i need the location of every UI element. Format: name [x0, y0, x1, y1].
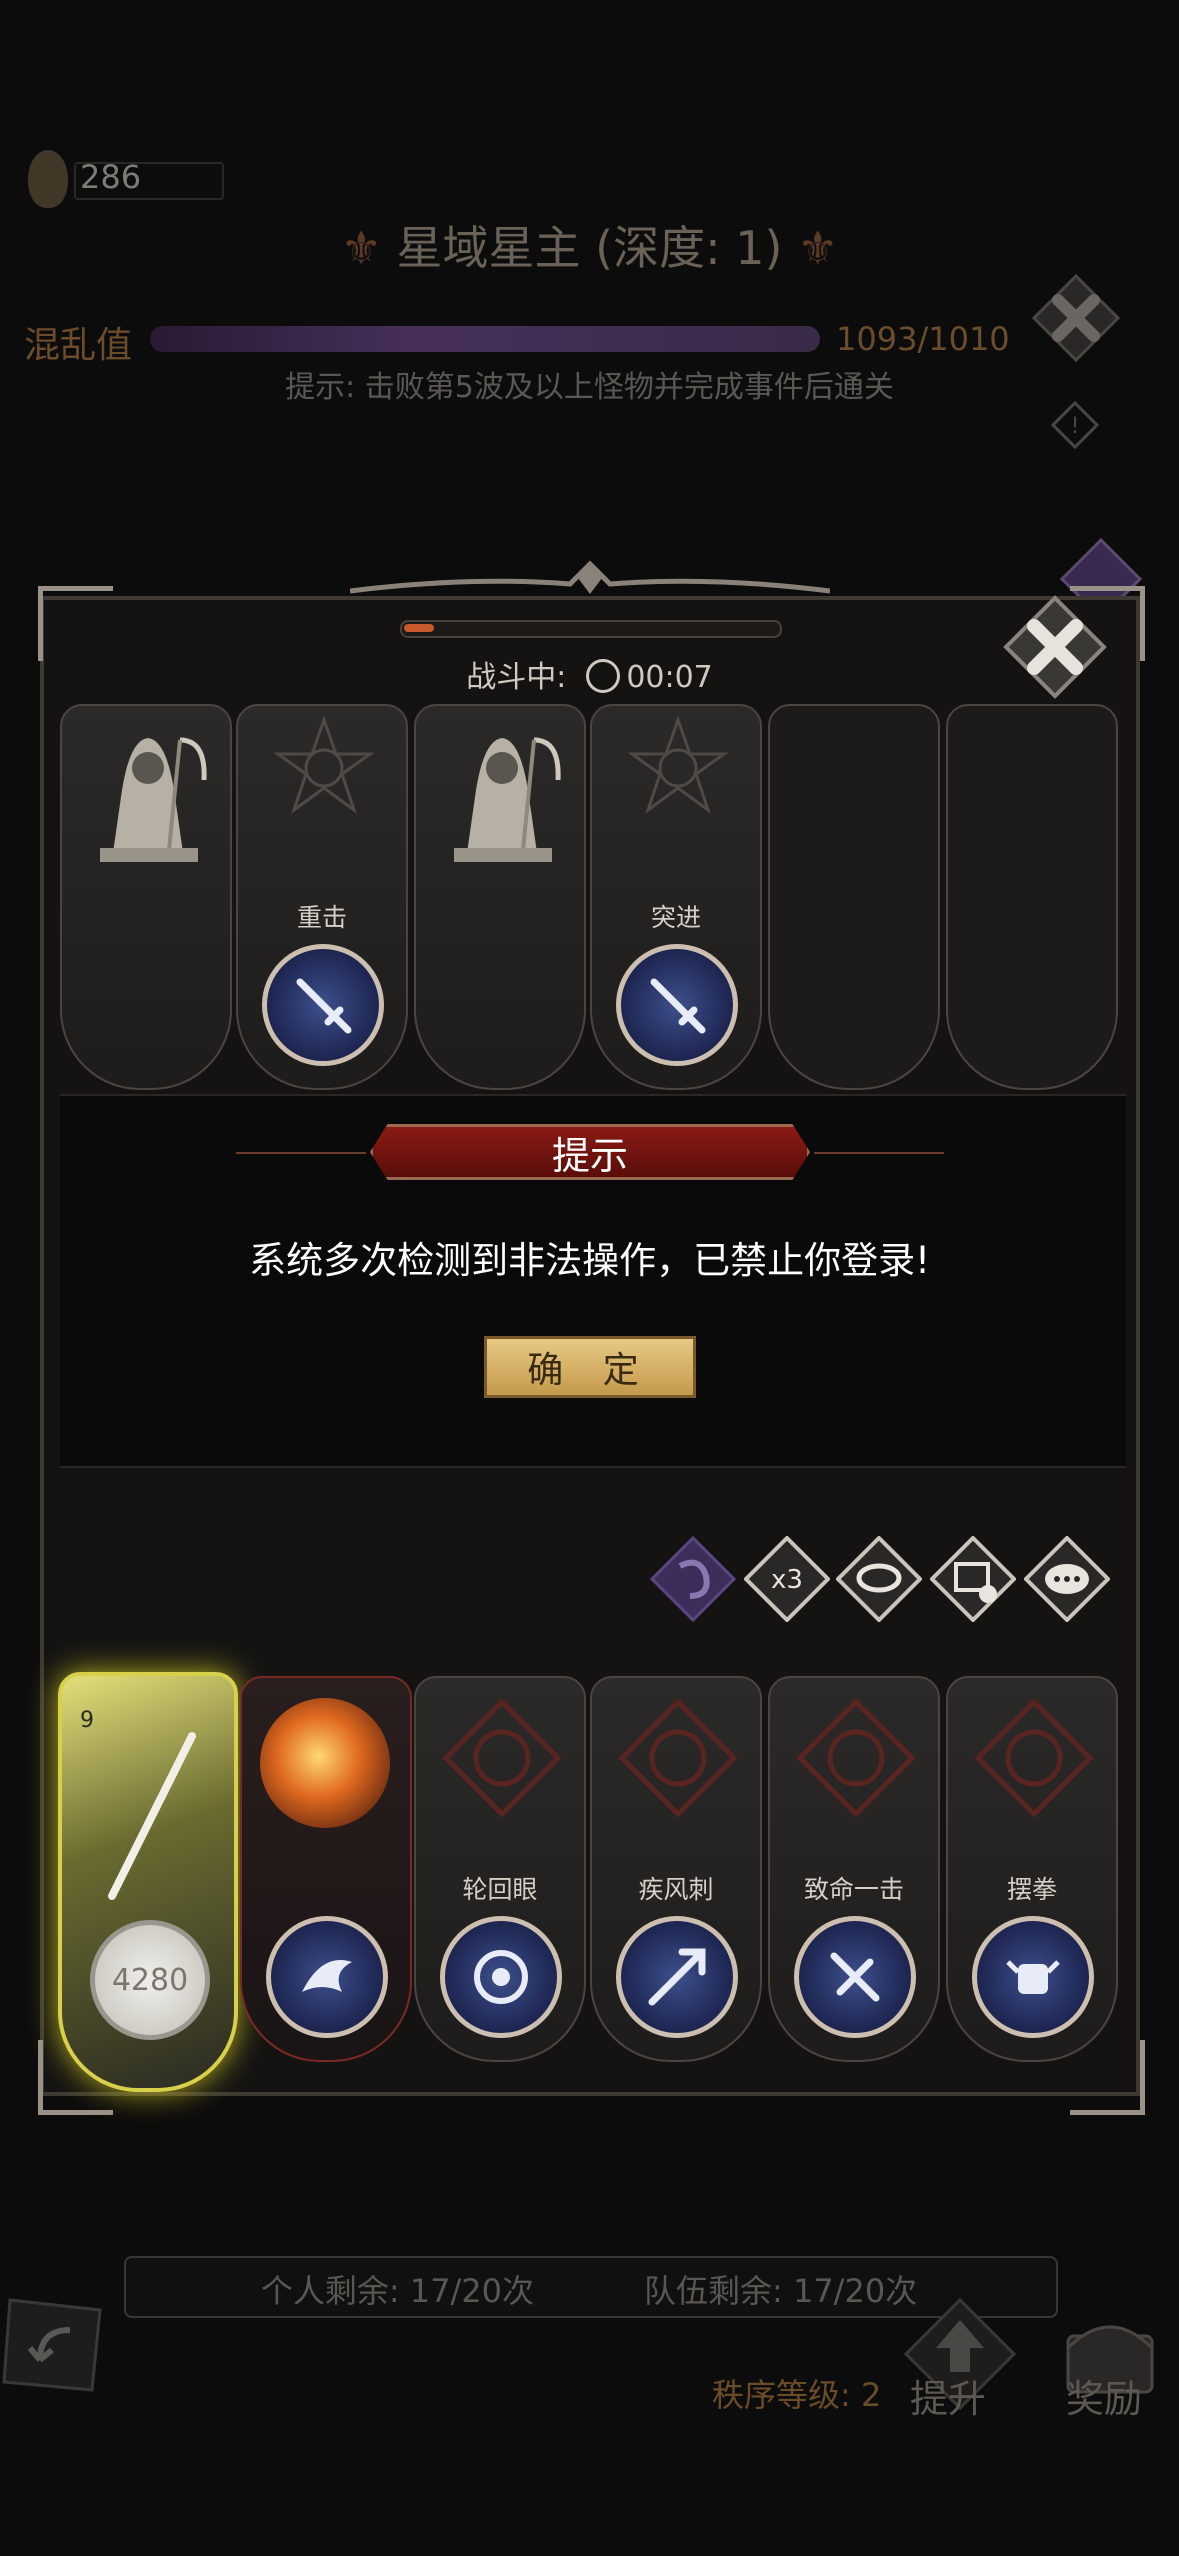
reward-label[interactable]: 奖励 — [1066, 2368, 1142, 2423]
warning-icon[interactable]: ! — [1050, 400, 1100, 450]
panel-ornament — [350, 560, 830, 594]
skill-card-fatal-strike[interactable]: 致命一击 — [768, 1676, 940, 2062]
svg-text:x3: x3 — [771, 1565, 803, 1595]
flame-wave-icon — [302, 1960, 352, 1992]
reaper-icon — [100, 737, 207, 862]
skill-card-gale-thrust[interactable]: 疾风刺 — [590, 1676, 762, 2062]
coin-value: 286 — [80, 158, 142, 196]
fist-icon — [1006, 1960, 1060, 1994]
panel-corner-tl — [38, 586, 113, 661]
hint-text: 提示: 击败第5波及以上怪物并完成事件后通关 — [285, 370, 894, 405]
panel-corner-br — [1070, 2040, 1145, 2115]
fatal-strike-icon — [830, 1952, 880, 2002]
potion-icon[interactable] — [650, 1536, 736, 1622]
coin-icon — [28, 150, 68, 208]
dialog-title: 提示 — [370, 1124, 810, 1180]
skill-button[interactable] — [794, 1916, 916, 2038]
upgrade-label[interactable]: 提升 — [910, 2368, 986, 2423]
skill-button[interactable] — [266, 1916, 388, 2038]
skill-button[interactable] — [972, 1916, 1094, 2038]
skill-card-dash[interactable]: 突进 — [590, 704, 762, 1090]
personal-remaining: 个人剩余: 17/20次 — [260, 2272, 534, 2310]
skill-card-samsara-eye[interactable]: 轮回眼 — [414, 1676, 586, 2062]
locked-seal-icon — [974, 1698, 1094, 1818]
locked-seal-icon — [618, 1698, 738, 1818]
enemy-card-1[interactable] — [60, 704, 232, 1090]
clock-icon — [586, 659, 621, 693]
skill-label: 轮回眼 — [462, 1875, 538, 1904]
sword-icon — [650, 978, 706, 1034]
wind-spear-icon — [648, 1948, 706, 2006]
skill-label: 重击 — [296, 903, 347, 932]
skill-label: 致命一击 — [803, 1875, 904, 1904]
rank-level: 秩序等级: 2 — [712, 2376, 882, 2414]
confirm-button[interactable]: 确 定 — [484, 1336, 696, 1398]
skill-button[interactable] — [440, 1916, 562, 2038]
locked-seal-icon — [796, 1698, 916, 1818]
skill-button[interactable] — [616, 1916, 738, 2038]
dialog-message: 系统多次检测到非法操作，已禁止你登录! — [249, 1239, 930, 1282]
skill-card-heavy-strike[interactable]: 重击 — [236, 704, 408, 1090]
battle-progress-bar — [400, 620, 782, 638]
eye-icon — [474, 1950, 528, 2004]
fire-skill-card[interactable] — [240, 1676, 412, 2062]
dialog-divider — [814, 1152, 944, 1154]
chat-icon[interactable] — [1024, 1536, 1110, 1622]
close-icon[interactable] — [1030, 272, 1122, 364]
skill-button[interactable] — [616, 944, 738, 1066]
reaper-icon — [454, 737, 561, 862]
speed-x3-button[interactable]: x3 — [744, 1536, 830, 1622]
skill-card-swing-punch[interactable]: 摆拳 — [946, 1676, 1118, 2062]
sword-icon — [296, 978, 352, 1034]
empty-card-slot — [768, 704, 940, 1090]
skill-label: 突进 — [650, 903, 701, 932]
close-icon[interactable] — [1000, 592, 1110, 702]
auto-icon[interactable] — [836, 1536, 922, 1622]
disable-icon[interactable] — [930, 1536, 1016, 1622]
enemy-card-2[interactable] — [414, 704, 586, 1090]
empty-card-slot — [946, 704, 1118, 1090]
battle-timer: 00:07 — [626, 660, 713, 695]
hero-card[interactable]: 9 4280 — [58, 1672, 238, 2092]
team-remaining: 队伍剩余: 17/20次 — [644, 2272, 918, 2310]
back-icon[interactable] — [0, 2290, 110, 2400]
skill-button[interactable] — [262, 944, 384, 1066]
fireball-icon — [260, 1698, 390, 1828]
star-emblem-icon — [628, 716, 728, 814]
skill-label: 摆拳 — [1006, 1875, 1057, 1904]
stage-title: ⚜ 星域星主 (深度: 1) ⚜ — [340, 221, 839, 275]
chaos-value: 1093/1010 — [836, 320, 1010, 358]
chaos-label: 混乱值 — [24, 325, 133, 366]
chaos-bar — [150, 326, 820, 352]
hero-power: 4280 — [90, 1920, 210, 2040]
skill-label: 疾风刺 — [638, 1875, 714, 1904]
slash-icon — [108, 1732, 196, 1900]
star-emblem-icon — [274, 716, 374, 814]
battle-progress-fill — [404, 624, 434, 632]
svg-text:!: ! — [1071, 414, 1080, 439]
dialog-divider — [236, 1152, 366, 1154]
locked-seal-icon — [442, 1698, 562, 1818]
